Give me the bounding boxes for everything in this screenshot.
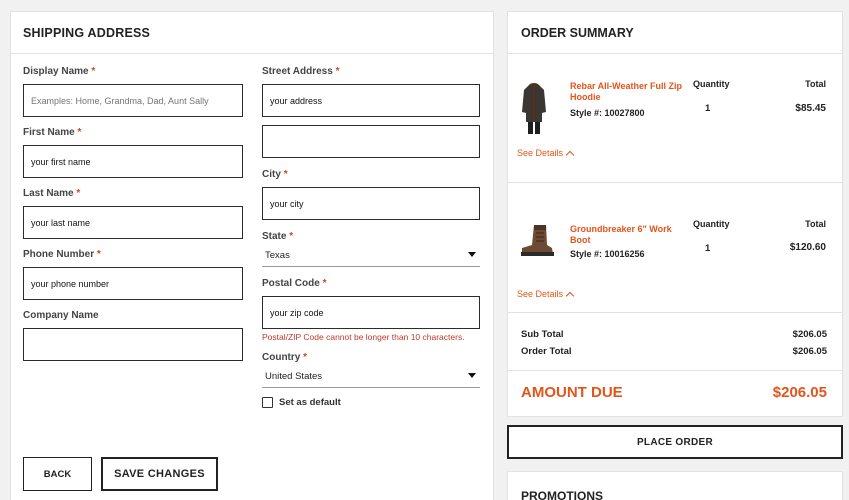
shipping-right-column: Street Address * City * State * Texas Po… — [262, 66, 480, 408]
order-item: Rebar All-Weather Full Zip Hoodie Style … — [508, 55, 842, 183]
promotions-title[interactable]: PROMOTIONS — [508, 472, 842, 500]
city-label: City * — [262, 169, 288, 180]
amount-due-label: AMOUNT DUE — [521, 384, 623, 401]
amount-due-row: AMOUNT DUE $206.05 — [521, 374, 827, 401]
order-total-label: Order Total — [521, 346, 572, 357]
state-label: State * — [262, 231, 294, 242]
order-summary-panel: ORDER SUMMARY Rebar All-Weather Full Zip… — [507, 11, 843, 417]
shipping-left-column: Display Name * First Name * Last Name * … — [23, 66, 243, 361]
sub-total-label: Sub Total — [521, 329, 564, 340]
set-default-row[interactable]: Set as default — [262, 397, 480, 408]
item-quantity: 1 — [705, 103, 711, 114]
postal-code-input[interactable] — [262, 296, 480, 329]
set-default-checkbox[interactable] — [262, 397, 273, 408]
save-changes-button[interactable]: SAVE CHANGES — [101, 457, 218, 491]
state-select[interactable]: Texas — [262, 243, 480, 267]
order-item: Groundbreaker 6" Work Boot Style #: 1001… — [508, 183, 842, 313]
display-name-label: Display Name * — [23, 66, 96, 77]
total-label: Total — [805, 79, 826, 89]
country-select[interactable]: United States — [262, 364, 480, 388]
state-select-value: Texas — [265, 250, 290, 261]
postal-code-error: Postal/ZIP Code cannot be longer than 10… — [262, 332, 465, 342]
chevron-down-icon — [468, 373, 476, 378]
item-total: $85.45 — [795, 103, 826, 114]
quantity-label: Quantity — [693, 219, 730, 229]
see-details-link[interactable]: See Details — [517, 148, 575, 159]
company-name-label: Company Name — [23, 310, 99, 321]
hoodie-icon — [522, 83, 546, 134]
chevron-up-icon — [565, 150, 575, 159]
street-address-input[interactable] — [262, 84, 480, 117]
order-total-value: $206.05 — [792, 346, 827, 357]
see-details-link[interactable]: See Details — [517, 289, 575, 300]
order-summary-title: ORDER SUMMARY — [508, 12, 842, 54]
item-style: Style #: 10016256 — [570, 249, 645, 259]
back-button[interactable]: BACK — [23, 457, 92, 491]
sub-total-value: $206.05 — [792, 329, 827, 340]
item-name[interactable]: Groundbreaker 6" Work Boot — [570, 224, 682, 246]
country-label: Country * — [262, 352, 308, 363]
place-order-button[interactable]: PLACE ORDER — [507, 425, 843, 459]
see-details-label: See Details — [517, 148, 564, 158]
item-total: $120.60 — [789, 242, 826, 253]
quantity-label: Quantity — [693, 79, 730, 89]
item-name[interactable]: Rebar All-Weather Full Zip Hoodie — [570, 81, 682, 103]
last-name-input[interactable] — [23, 206, 243, 239]
chevron-up-icon — [565, 291, 575, 300]
item-quantity: 1 — [705, 243, 711, 254]
order-totals: Sub Total $206.05 Order Total $206.05 — [508, 313, 842, 371]
chevron-down-icon — [468, 252, 476, 257]
street-address-label: Street Address * — [262, 66, 340, 77]
country-select-value: United States — [265, 371, 323, 382]
company-name-input[interactable] — [23, 328, 243, 361]
last-name-label: Last Name * — [23, 188, 81, 199]
boot-icon — [521, 225, 554, 256]
promotions-panel: PROMOTIONS — [507, 471, 843, 500]
total-label: Total — [805, 219, 826, 229]
first-name-label: First Name * — [23, 127, 82, 138]
city-input[interactable] — [262, 187, 480, 220]
amount-due-value: $206.05 — [772, 384, 827, 401]
phone-number-label: Phone Number * — [23, 249, 101, 260]
set-default-label: Set as default — [279, 397, 341, 408]
shipping-address-panel: SHIPPING ADDRESS Display Name * First Na… — [10, 11, 494, 500]
postal-code-label: Postal Code * — [262, 278, 327, 289]
see-details-label: See Details — [517, 289, 564, 299]
street-address-line2-input[interactable] — [262, 125, 480, 158]
first-name-input[interactable] — [23, 145, 243, 178]
sub-total-row: Sub Total $206.05 — [521, 329, 827, 340]
order-total-row: Order Total $206.05 — [521, 346, 827, 357]
display-name-input[interactable] — [23, 84, 243, 117]
shipping-address-title: SHIPPING ADDRESS — [11, 12, 493, 54]
item-style: Style #: 10027800 — [570, 108, 645, 118]
phone-number-input[interactable] — [23, 267, 243, 300]
